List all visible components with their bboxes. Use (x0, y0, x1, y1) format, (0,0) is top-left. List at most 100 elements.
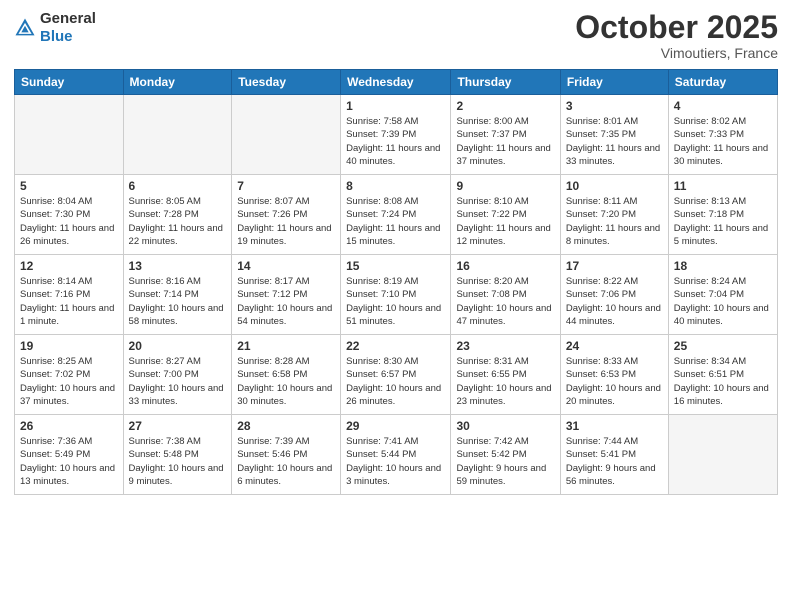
calendar-cell: 15Sunrise: 8:19 AM Sunset: 7:10 PM Dayli… (341, 255, 451, 335)
day-info: Sunrise: 8:24 AM Sunset: 7:04 PM Dayligh… (674, 275, 772, 328)
day-number: 6 (129, 179, 227, 193)
day-number: 2 (456, 99, 554, 113)
calendar-day-header: Saturday (668, 70, 777, 95)
calendar-cell: 2 Sunrise: 8:00 AM Sunset: 7:37 PM Daylig… (451, 95, 560, 175)
calendar-cell (15, 95, 124, 175)
calendar-cell (123, 95, 232, 175)
day-number: 17 (566, 259, 663, 273)
day-number: 11 (674, 179, 772, 193)
day-number: 22 (346, 339, 445, 353)
day-info: Sunrise: 8:01 AM Sunset: 7:35 PM Dayligh… (566, 115, 663, 168)
calendar-table: SundayMondayTuesdayWednesdayThursdayFrid… (14, 69, 778, 495)
day-info: Sunrise: 7:58 AM Sunset: 7:39 PM Dayligh… (346, 115, 445, 168)
day-number: 19 (20, 339, 118, 353)
day-info: Sunrise: 8:20 AM Sunset: 7:08 PM Dayligh… (456, 275, 554, 328)
day-number: 25 (674, 339, 772, 353)
day-info: Sunrise: 8:10 AM Sunset: 7:22 PM Dayligh… (456, 195, 554, 248)
calendar-header-row: SundayMondayTuesdayWednesdayThursdayFrid… (15, 70, 778, 95)
calendar-day-header: Monday (123, 70, 232, 95)
day-info: Sunrise: 8:11 AM Sunset: 7:20 PM Dayligh… (566, 195, 663, 248)
calendar-cell: 12Sunrise: 8:14 AM Sunset: 7:16 PM Dayli… (15, 255, 124, 335)
day-info: Sunrise: 8:05 AM Sunset: 7:28 PM Dayligh… (129, 195, 227, 248)
calendar-cell: 4 Sunrise: 8:02 AM Sunset: 7:33 PM Daylig… (668, 95, 777, 175)
day-number: 4 (674, 99, 772, 113)
day-info: Sunrise: 8:33 AM Sunset: 6:53 PM Dayligh… (566, 355, 663, 408)
day-number: 16 (456, 259, 554, 273)
calendar-cell: 21 Sunrise: 8:28 AM Sunset: 6:58 PM Dayli… (232, 335, 341, 415)
day-info: Sunrise: 7:39 AM Sunset: 5:46 PM Dayligh… (237, 435, 335, 488)
day-number: 21 (237, 339, 335, 353)
day-number: 28 (237, 419, 335, 433)
day-number: 15 (346, 259, 445, 273)
day-number: 23 (456, 339, 554, 353)
calendar-cell (668, 415, 777, 495)
logo-blue: Blue (40, 28, 96, 46)
day-info: Sunrise: 8:31 AM Sunset: 6:55 PM Dayligh… (456, 355, 554, 408)
day-info: Sunrise: 8:34 AM Sunset: 6:51 PM Dayligh… (674, 355, 772, 408)
calendar-cell: 25 Sunrise: 8:34 AM Sunset: 6:51 PM Dayli… (668, 335, 777, 415)
calendar-cell: 16 Sunrise: 8:20 AM Sunset: 7:08 PM Dayli… (451, 255, 560, 335)
day-number: 3 (566, 99, 663, 113)
day-info: Sunrise: 8:00 AM Sunset: 7:37 PM Dayligh… (456, 115, 554, 168)
day-number: 18 (674, 259, 772, 273)
day-info: Sunrise: 8:22 AM Sunset: 7:06 PM Dayligh… (566, 275, 663, 328)
calendar-cell: 18 Sunrise: 8:24 AM Sunset: 7:04 PM Dayli… (668, 255, 777, 335)
day-info: Sunrise: 8:25 AM Sunset: 7:02 PM Dayligh… (20, 355, 118, 408)
calendar-cell: 31 Sunrise: 7:44 AM Sunset: 5:41 PM Dayli… (560, 415, 668, 495)
logo: General Blue (14, 10, 96, 46)
day-info: Sunrise: 8:16 AM Sunset: 7:14 PM Dayligh… (129, 275, 227, 328)
calendar-cell: 8Sunrise: 8:08 AM Sunset: 7:24 PM Daylig… (341, 175, 451, 255)
calendar-cell: 23 Sunrise: 8:31 AM Sunset: 6:55 PM Dayli… (451, 335, 560, 415)
day-number: 26 (20, 419, 118, 433)
logo-general: General (40, 10, 96, 28)
calendar-day-header: Friday (560, 70, 668, 95)
calendar-week-row: 5 Sunrise: 8:04 AM Sunset: 7:30 PM Daylig… (15, 175, 778, 255)
calendar-day-header: Wednesday (341, 70, 451, 95)
calendar-cell: 9 Sunrise: 8:10 AM Sunset: 7:22 PM Daylig… (451, 175, 560, 255)
calendar-day-header: Tuesday (232, 70, 341, 95)
calendar-cell: 7Sunrise: 8:07 AM Sunset: 7:26 PM Daylig… (232, 175, 341, 255)
calendar-week-row: 12Sunrise: 8:14 AM Sunset: 7:16 PM Dayli… (15, 255, 778, 335)
day-number: 5 (20, 179, 118, 193)
calendar-cell: 27 Sunrise: 7:38 AM Sunset: 5:48 PM Dayli… (123, 415, 232, 495)
day-info: Sunrise: 7:44 AM Sunset: 5:41 PM Dayligh… (566, 435, 663, 488)
day-info: Sunrise: 8:13 AM Sunset: 7:18 PM Dayligh… (674, 195, 772, 248)
day-info: Sunrise: 8:17 AM Sunset: 7:12 PM Dayligh… (237, 275, 335, 328)
day-number: 29 (346, 419, 445, 433)
day-number: 13 (129, 259, 227, 273)
calendar-cell: 28 Sunrise: 7:39 AM Sunset: 5:46 PM Dayli… (232, 415, 341, 495)
day-number: 27 (129, 419, 227, 433)
day-info: Sunrise: 8:04 AM Sunset: 7:30 PM Dayligh… (20, 195, 118, 248)
day-info: Sunrise: 8:28 AM Sunset: 6:58 PM Dayligh… (237, 355, 335, 408)
day-number: 24 (566, 339, 663, 353)
day-info: Sunrise: 8:30 AM Sunset: 6:57 PM Dayligh… (346, 355, 445, 408)
page: General Blue October 2025 Vimoutiers, Fr… (0, 0, 792, 612)
day-number: 8 (346, 179, 445, 193)
calendar-cell: 22 Sunrise: 8:30 AM Sunset: 6:57 PM Dayli… (341, 335, 451, 415)
calendar-cell: 26 Sunrise: 7:36 AM Sunset: 5:49 PM Dayli… (15, 415, 124, 495)
calendar-cell: 5 Sunrise: 8:04 AM Sunset: 7:30 PM Daylig… (15, 175, 124, 255)
location: Vimoutiers, France (575, 45, 778, 61)
calendar-cell: 1Sunrise: 7:58 AM Sunset: 7:39 PM Daylig… (341, 95, 451, 175)
month-title: October 2025 (575, 10, 778, 45)
calendar-cell: 19 Sunrise: 8:25 AM Sunset: 7:02 PM Dayli… (15, 335, 124, 415)
day-info: Sunrise: 8:02 AM Sunset: 7:33 PM Dayligh… (674, 115, 772, 168)
day-number: 9 (456, 179, 554, 193)
day-number: 7 (237, 179, 335, 193)
calendar-cell: 24 Sunrise: 8:33 AM Sunset: 6:53 PM Dayli… (560, 335, 668, 415)
calendar-day-header: Sunday (15, 70, 124, 95)
calendar-cell: 14Sunrise: 8:17 AM Sunset: 7:12 PM Dayli… (232, 255, 341, 335)
day-info: Sunrise: 7:42 AM Sunset: 5:42 PM Dayligh… (456, 435, 554, 488)
day-info: Sunrise: 7:38 AM Sunset: 5:48 PM Dayligh… (129, 435, 227, 488)
logo-icon (14, 17, 36, 39)
day-number: 31 (566, 419, 663, 433)
calendar-cell: 13 Sunrise: 8:16 AM Sunset: 7:14 PM Dayli… (123, 255, 232, 335)
calendar-cell: 11 Sunrise: 8:13 AM Sunset: 7:18 PM Dayli… (668, 175, 777, 255)
day-info: Sunrise: 7:36 AM Sunset: 5:49 PM Dayligh… (20, 435, 118, 488)
day-info: Sunrise: 8:27 AM Sunset: 7:00 PM Dayligh… (129, 355, 227, 408)
calendar-cell: 17 Sunrise: 8:22 AM Sunset: 7:06 PM Dayli… (560, 255, 668, 335)
day-number: 12 (20, 259, 118, 273)
calendar-cell: 3 Sunrise: 8:01 AM Sunset: 7:35 PM Daylig… (560, 95, 668, 175)
calendar-cell: 6 Sunrise: 8:05 AM Sunset: 7:28 PM Daylig… (123, 175, 232, 255)
calendar-week-row: 1Sunrise: 7:58 AM Sunset: 7:39 PM Daylig… (15, 95, 778, 175)
